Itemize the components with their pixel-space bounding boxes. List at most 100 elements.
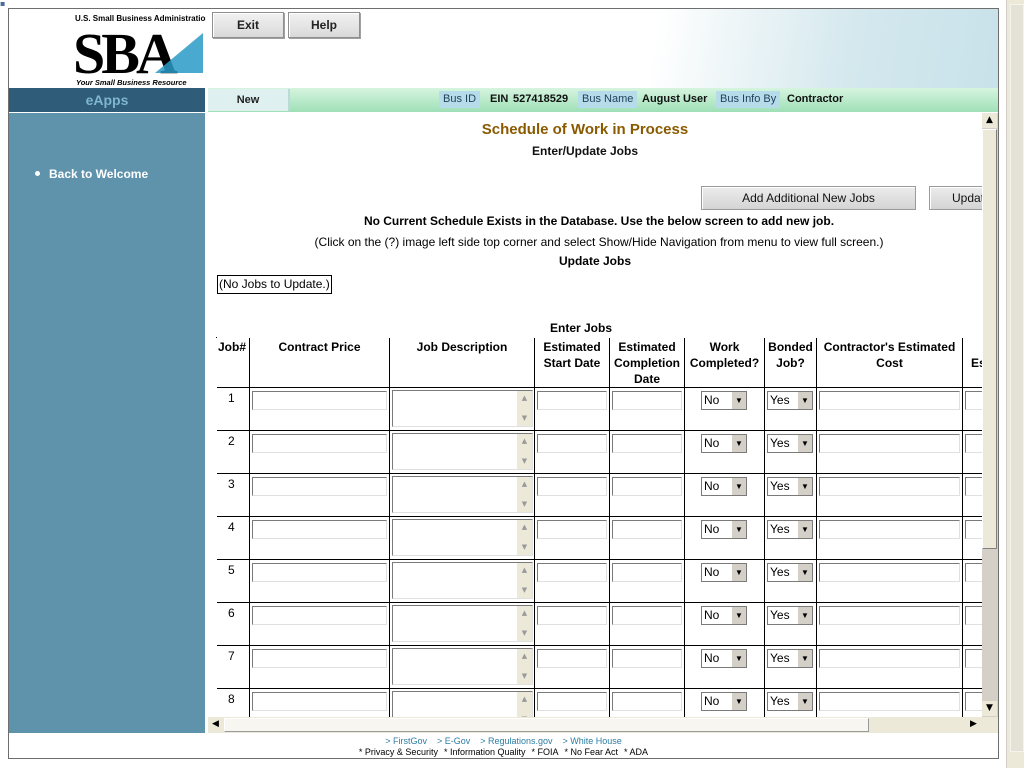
content-horizontal-scrollbar[interactable]: ◀ ▶ xyxy=(208,717,982,733)
content-vertical-scrollbar[interactable]: ▲ ▼ xyxy=(982,113,998,717)
scroll-up-icon[interactable]: ▲ xyxy=(517,649,532,664)
work-completed-select[interactable]: No ▼ xyxy=(701,434,747,453)
estimated-field[interactable] xyxy=(965,434,982,453)
footer-legal-link[interactable]: * FOIA xyxy=(532,747,559,757)
scroll-up-icon[interactable]: ▲ xyxy=(517,434,532,449)
contract-price-field[interactable] xyxy=(252,692,387,711)
contractor-estimated-cost-field[interactable] xyxy=(819,391,960,410)
work-completed-select[interactable]: No ▼ xyxy=(701,606,747,625)
footer-legal-link[interactable]: * No Fear Act xyxy=(565,747,619,757)
estimated-completion-date-field[interactable] xyxy=(612,692,682,711)
work-completed-select[interactable]: No ▼ xyxy=(701,563,747,582)
dropdown-arrow-icon[interactable]: ▼ xyxy=(731,650,746,667)
window-scrollbar[interactable] xyxy=(1006,0,1024,768)
job-description-field[interactable]: ▲▼ xyxy=(392,433,533,470)
footer-link[interactable]: > Regulations.gov xyxy=(480,736,552,746)
scroll-down-icon[interactable]: ▼ xyxy=(517,411,532,426)
footer-legal-link[interactable]: * ADA xyxy=(624,747,648,757)
estimated-start-date-field[interactable] xyxy=(537,563,607,582)
menu-corner-icon[interactable]: ▪ xyxy=(0,0,8,8)
work-completed-select[interactable]: No ▼ xyxy=(701,477,747,496)
estimated-field[interactable] xyxy=(965,520,982,539)
scroll-up-icon[interactable]: ▲ xyxy=(517,520,532,535)
exit-button[interactable]: Exit xyxy=(212,12,284,38)
estimated-start-date-field[interactable] xyxy=(537,391,607,410)
scroll-up-icon[interactable]: ▲ xyxy=(517,563,532,578)
dropdown-arrow-icon[interactable]: ▼ xyxy=(797,435,812,452)
job-description-field[interactable]: ▲▼ xyxy=(392,562,533,599)
work-completed-select[interactable]: No ▼ xyxy=(701,391,747,410)
dropdown-arrow-icon[interactable]: ▼ xyxy=(731,693,746,710)
scroll-up-icon[interactable]: ▲ xyxy=(517,692,532,707)
estimated-start-date-field[interactable] xyxy=(537,692,607,711)
help-button[interactable]: Help xyxy=(288,12,360,38)
scroll-down-icon[interactable]: ▼ xyxy=(517,583,532,598)
dropdown-arrow-icon[interactable]: ▼ xyxy=(731,392,746,409)
estimated-completion-date-field[interactable] xyxy=(612,520,682,539)
work-completed-select[interactable]: No ▼ xyxy=(701,520,747,539)
estimated-start-date-field[interactable] xyxy=(537,434,607,453)
estimated-field[interactable] xyxy=(965,649,982,668)
job-description-field[interactable]: ▲▼ xyxy=(392,648,533,685)
bonded-job-select[interactable]: Yes ▼ xyxy=(767,391,813,410)
update-button[interactable]: Update xyxy=(929,186,982,210)
job-description-field[interactable]: ▲▼ xyxy=(392,605,533,642)
bonded-job-select[interactable]: Yes ▼ xyxy=(767,520,813,539)
footer-link[interactable]: > E-Gov xyxy=(437,736,470,746)
dropdown-arrow-icon[interactable]: ▼ xyxy=(797,693,812,710)
contract-price-field[interactable] xyxy=(252,563,387,582)
footer-link[interactable]: > FirstGov xyxy=(385,736,427,746)
bonded-job-select[interactable]: Yes ▼ xyxy=(767,563,813,582)
dropdown-arrow-icon[interactable]: ▼ xyxy=(731,564,746,581)
horizontal-scroll-thumb[interactable] xyxy=(224,718,869,732)
dropdown-arrow-icon[interactable]: ▼ xyxy=(797,607,812,624)
job-description-field[interactable]: ▲▼ xyxy=(392,519,533,556)
scroll-down-icon[interactable]: ▼ xyxy=(982,701,997,716)
footer-legal-link[interactable]: * Privacy & Security xyxy=(359,747,438,757)
bonded-job-select[interactable]: Yes ▼ xyxy=(767,434,813,453)
estimated-field[interactable] xyxy=(965,606,982,625)
vertical-scroll-thumb[interactable] xyxy=(982,129,997,549)
estimated-field[interactable] xyxy=(965,391,982,410)
estimated-field[interactable] xyxy=(965,692,982,711)
bonded-job-select[interactable]: Yes ▼ xyxy=(767,692,813,711)
scroll-left-icon[interactable]: ◀ xyxy=(208,717,223,732)
estimated-completion-date-field[interactable] xyxy=(612,477,682,496)
dropdown-arrow-icon[interactable]: ▼ xyxy=(731,521,746,538)
scroll-up-icon[interactable]: ▲ xyxy=(517,477,532,492)
bonded-job-select[interactable]: Yes ▼ xyxy=(767,477,813,496)
contractor-estimated-cost-field[interactable] xyxy=(819,606,960,625)
bonded-job-select[interactable]: Yes ▼ xyxy=(767,606,813,625)
dropdown-arrow-icon[interactable]: ▼ xyxy=(797,521,812,538)
scroll-down-icon[interactable]: ▼ xyxy=(517,454,532,469)
tab-new[interactable]: New xyxy=(208,89,290,111)
contract-price-field[interactable] xyxy=(252,477,387,496)
dropdown-arrow-icon[interactable]: ▼ xyxy=(731,607,746,624)
dropdown-arrow-icon[interactable]: ▼ xyxy=(797,478,812,495)
contract-price-field[interactable] xyxy=(252,434,387,453)
estimated-field[interactable] xyxy=(965,563,982,582)
estimated-completion-date-field[interactable] xyxy=(612,563,682,582)
scroll-down-icon[interactable]: ▼ xyxy=(517,497,532,512)
contractor-estimated-cost-field[interactable] xyxy=(819,563,960,582)
dropdown-arrow-icon[interactable]: ▼ xyxy=(731,435,746,452)
scroll-down-icon[interactable]: ▼ xyxy=(517,626,532,641)
contract-price-field[interactable] xyxy=(252,520,387,539)
job-description-field[interactable]: ▲▼ xyxy=(392,476,533,513)
work-completed-select[interactable]: No ▼ xyxy=(701,649,747,668)
contractor-estimated-cost-field[interactable] xyxy=(819,692,960,711)
footer-legal-link[interactable]: * Information Quality xyxy=(444,747,526,757)
contractor-estimated-cost-field[interactable] xyxy=(819,520,960,539)
sidebar-item-back-to-welcome[interactable]: Back to Welcome xyxy=(35,167,148,181)
estimated-completion-date-field[interactable] xyxy=(612,391,682,410)
estimated-start-date-field[interactable] xyxy=(537,649,607,668)
contractor-estimated-cost-field[interactable] xyxy=(819,434,960,453)
scroll-down-icon[interactable]: ▼ xyxy=(517,540,532,555)
scroll-down-icon[interactable]: ▼ xyxy=(517,669,532,684)
scroll-up-icon[interactable]: ▲ xyxy=(517,391,532,406)
scroll-right-icon[interactable]: ▶ xyxy=(966,717,981,732)
contract-price-field[interactable] xyxy=(252,649,387,668)
estimated-start-date-field[interactable] xyxy=(537,606,607,625)
contractor-estimated-cost-field[interactable] xyxy=(819,649,960,668)
estimated-completion-date-field[interactable] xyxy=(612,434,682,453)
